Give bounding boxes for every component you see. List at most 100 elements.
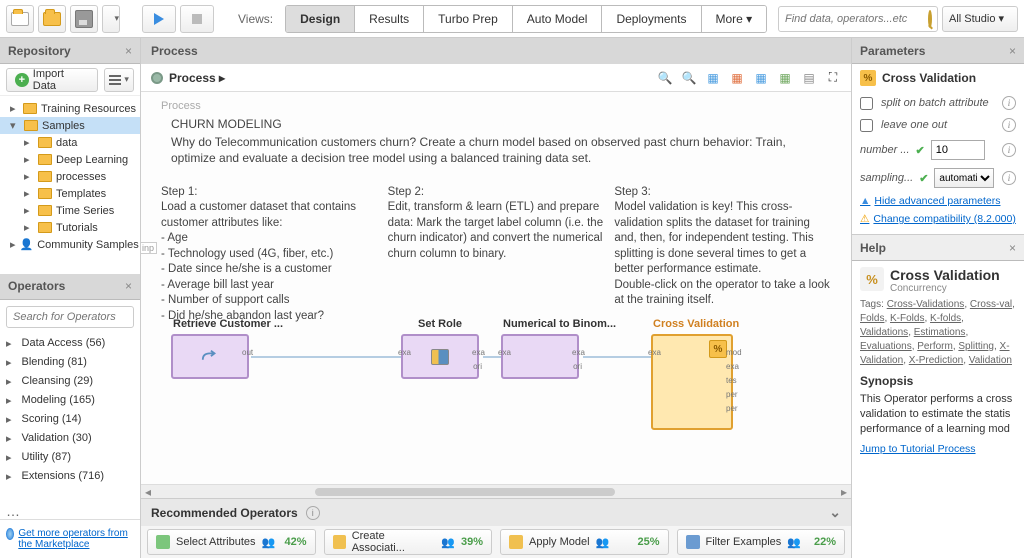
operator-category[interactable]: ▸Modeling (165) xyxy=(0,391,140,410)
operators-search-input[interactable] xyxy=(6,306,134,328)
tree-item-training-resources[interactable]: ▸Training Resources xyxy=(0,100,140,117)
horizontal-scrollbar[interactable]: ◂ ▸ xyxy=(141,484,851,498)
tree-item-processes[interactable]: ▸processes xyxy=(0,168,140,185)
tutorial-link[interactable]: Jump to Tutorial Process xyxy=(860,443,976,455)
info-icon[interactable]: i xyxy=(1002,171,1016,185)
step-text: Step 3:Model validation is key! This cro… xyxy=(614,185,831,325)
close-icon[interactable]: × xyxy=(125,44,132,58)
tool-icon-1[interactable]: ▦ xyxy=(705,70,721,86)
tree-item-samples[interactable]: ▾Samples xyxy=(0,117,140,134)
recommended-select-attributes[interactable]: Select Attributes👥42% xyxy=(147,529,316,555)
process-section-label: Process xyxy=(161,100,831,112)
operator-numerical-to-binom-[interactable]: Numerical to Binom...exaexaori xyxy=(501,334,579,379)
tool-icon-5[interactable]: ▤ xyxy=(801,70,817,86)
breadcrumb-label: Process ▸ xyxy=(169,71,225,85)
input-port-label: inp xyxy=(141,242,157,254)
hide-advanced-link[interactable]: ▲ Hide advanced parameters xyxy=(860,192,1016,210)
run-button[interactable] xyxy=(142,5,176,33)
tab-results[interactable]: Results xyxy=(355,6,424,32)
tree-item-time-series[interactable]: ▸Time Series xyxy=(0,202,140,219)
split-batch-checkbox[interactable] xyxy=(860,97,873,110)
operator-retrieve-customer-[interactable]: Retrieve Customer ...out xyxy=(171,334,249,379)
help-tag[interactable]: Evaluations xyxy=(860,341,912,352)
tab-turbo-prep[interactable]: Turbo Prep xyxy=(424,6,513,32)
repository-tree: ▸Training Resources▾Samples▸data▸Deep Le… xyxy=(0,96,140,274)
stop-button[interactable] xyxy=(180,5,214,33)
help-tag[interactable]: K-Folds xyxy=(890,313,924,324)
right-sidebar: Parameters × % Cross Validation split on… xyxy=(852,38,1024,558)
operator-category[interactable]: ▸Utility (87) xyxy=(0,448,140,467)
global-search-input[interactable] xyxy=(778,6,938,32)
expand-icon[interactable]: ⛶ xyxy=(825,70,841,86)
number-input[interactable] xyxy=(931,140,985,160)
tool-icon-2[interactable]: ▦ xyxy=(729,70,745,86)
recommended-operators-header: Recommended Operators i ⌄ xyxy=(141,498,851,526)
help-tag[interactable]: Splitting xyxy=(958,341,994,352)
help-tag[interactable]: Cross-val xyxy=(970,299,1012,310)
help-tag[interactable]: Cross-Validations xyxy=(887,299,965,310)
leave-one-out-checkbox[interactable] xyxy=(860,119,873,132)
save-button[interactable] xyxy=(70,5,98,33)
tree-item-community-samples[interactable]: ▸👤Community Samples xyxy=(0,236,140,253)
tool-icon-3[interactable]: ▦ xyxy=(753,70,769,86)
recommended-apply-model[interactable]: Apply Model👥25% xyxy=(500,529,669,555)
operator-category[interactable]: ▸Data Access (56) xyxy=(0,334,140,353)
tab-design[interactable]: Design xyxy=(286,6,355,32)
collapse-icon[interactable]: ⌄ xyxy=(829,504,841,521)
help-tag[interactable]: Estimations xyxy=(914,327,966,338)
info-icon[interactable]: i xyxy=(1002,96,1016,110)
recommended-filter-examples[interactable]: Filter Examples👥22% xyxy=(677,529,846,555)
help-tag[interactable]: Validation xyxy=(969,355,1012,366)
import-data-label: Import Data xyxy=(33,68,90,92)
repo-menu-button[interactable]: ▾ xyxy=(104,68,134,92)
operator-category[interactable]: ▸Validation (30) xyxy=(0,429,140,448)
tree-item-templates[interactable]: ▸Templates xyxy=(0,185,140,202)
change-compat-link[interactable]: ⚠ Change compatibility (8.2.000) xyxy=(860,210,1016,228)
help-tag[interactable]: X-Prediction xyxy=(909,355,963,366)
new-button[interactable] xyxy=(6,5,34,33)
help-tag[interactable]: Perform xyxy=(917,341,953,352)
operators-panel-title: Operators × xyxy=(0,274,140,300)
operator-category[interactable]: ▸Cleansing (29) xyxy=(0,372,140,391)
recommended-create-associati-[interactable]: Create Associati...👥39% xyxy=(324,529,493,555)
operator-category[interactable]: ▸Scoring (14) xyxy=(0,410,140,429)
tool-icon-4[interactable]: ▦ xyxy=(777,70,793,86)
studio-dropdown[interactable]: All Studio ▾ xyxy=(942,6,1018,32)
info-icon[interactable]: i xyxy=(1002,118,1016,132)
tab-deployments[interactable]: Deployments xyxy=(602,6,701,32)
operator-category[interactable]: ▸Blending (81) xyxy=(0,353,140,372)
tab-auto-model[interactable]: Auto Model xyxy=(513,6,603,32)
repository-panel-title: Repository × xyxy=(0,38,140,64)
save-dropdown[interactable]: ▾ xyxy=(102,5,120,33)
open-button[interactable] xyxy=(38,5,66,33)
import-data-button[interactable]: + Import Data xyxy=(6,68,98,92)
help-tag[interactable]: K-folds xyxy=(930,313,961,324)
info-icon[interactable]: i xyxy=(1002,143,1016,157)
tree-item-deep-learning[interactable]: ▸Deep Learning xyxy=(0,151,140,168)
close-icon[interactable]: × xyxy=(125,279,132,293)
help-tag[interactable]: Folds xyxy=(860,313,884,324)
leave-one-out-label: leave one out xyxy=(881,119,947,131)
repository-title-text: Repository xyxy=(8,44,71,58)
tree-item-data[interactable]: ▸data xyxy=(0,134,140,151)
close-icon[interactable]: × xyxy=(1009,44,1016,58)
check-icon: ✔ xyxy=(919,172,928,185)
operator-cross-validation[interactable]: Cross Validation%examodexatesperper xyxy=(651,334,733,430)
operator-category[interactable]: ▸Extensions (716) xyxy=(0,467,140,486)
tab-more[interactable]: More ▾ xyxy=(702,6,767,32)
synopsis-heading: Synopsis xyxy=(860,374,1016,388)
zoom-in-icon[interactable]: 🔍 xyxy=(657,70,673,86)
zoom-out-icon[interactable]: 🔍 xyxy=(681,70,697,86)
marketplace-link[interactable]: Get more operators from the Marketplace xyxy=(0,519,140,558)
check-icon: ✔ xyxy=(916,144,925,157)
operator-set-role[interactable]: Set Roleexaexaori xyxy=(401,334,479,379)
info-icon[interactable]: i xyxy=(306,506,320,520)
sampling-select[interactable]: automatic xyxy=(934,168,994,188)
search-icon xyxy=(928,12,932,26)
process-canvas[interactable]: Process inp CHURN MODELING Why do Teleco… xyxy=(141,92,851,484)
help-tag[interactable]: Validations xyxy=(860,327,908,338)
breadcrumb[interactable]: Process ▸ xyxy=(151,71,225,85)
close-icon[interactable]: × xyxy=(1009,241,1016,255)
tree-item-tutorials[interactable]: ▸Tutorials xyxy=(0,219,140,236)
split-batch-label: split on batch attribute xyxy=(881,97,989,109)
